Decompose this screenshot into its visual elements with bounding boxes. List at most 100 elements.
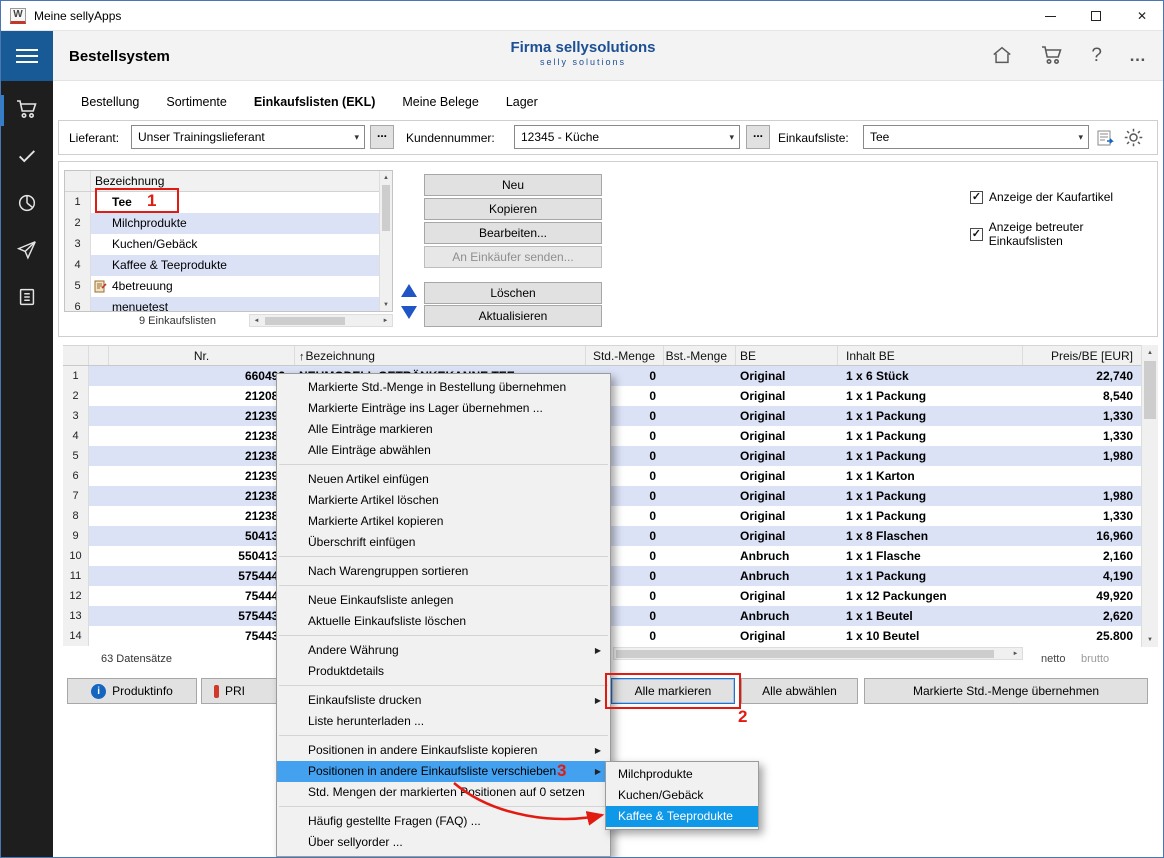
scrollbar-thumb[interactable] bbox=[1144, 361, 1156, 419]
lieferant-select[interactable]: Unser Trainingslieferant ▾ bbox=[131, 125, 365, 149]
close-button[interactable]: ✕ bbox=[1119, 1, 1164, 31]
export-list-icon[interactable] bbox=[1096, 128, 1116, 151]
bearbeiten-button[interactable]: Bearbeiten... bbox=[424, 222, 602, 244]
menu-item-faq[interactable]: Häufig gestellte Fragen (FAQ) ... bbox=[277, 811, 610, 832]
brutto-label[interactable]: brutto bbox=[1081, 653, 1109, 665]
tab-bestellung[interactable]: Bestellung bbox=[81, 95, 139, 109]
scroll-up-icon[interactable]: ▲ bbox=[1142, 345, 1158, 360]
list-item[interactable]: 6menuetest bbox=[65, 297, 392, 312]
menu-item-ueberschrift-einfuegen[interactable]: Überschrift einfügen bbox=[277, 532, 610, 553]
move-up-button[interactable] bbox=[401, 284, 417, 297]
alle-abwaehlen-button[interactable]: Alle abwählen bbox=[741, 678, 858, 704]
markierte-std-menge-uebernehmen-button[interactable]: Markierte Std.-Menge übernehmen bbox=[864, 678, 1148, 704]
column-be[interactable]: BE bbox=[736, 346, 838, 365]
menu-item-positionen-verschieben[interactable]: Positionen in andere Einkaufsliste versc… bbox=[277, 761, 610, 782]
column-std-menge[interactable]: Std.-Menge bbox=[586, 346, 664, 365]
filter-settings-gear-icon[interactable] bbox=[1123, 127, 1144, 151]
produktinfo-button[interactable]: i Produktinfo bbox=[67, 678, 197, 704]
home-icon[interactable] bbox=[991, 44, 1013, 69]
tab-lager[interactable]: Lager bbox=[506, 95, 538, 109]
scroll-right-icon[interactable]: ► bbox=[379, 315, 392, 326]
cell-preis: 2,620 bbox=[1023, 606, 1141, 626]
sidebar-item-senden[interactable] bbox=[1, 228, 53, 275]
minimize-button[interactable] bbox=[1027, 1, 1073, 31]
sidebar-item-bestellung[interactable] bbox=[1, 87, 53, 134]
kundennummer-more-button[interactable]: ... bbox=[746, 125, 770, 149]
list-item[interactable]: 3Kuchen/Gebäck bbox=[65, 234, 392, 255]
table-horizontal-scrollbar[interactable]: ► bbox=[613, 647, 1023, 660]
menu-item-liste-herunterladen[interactable]: Liste herunterladen ... bbox=[277, 711, 610, 732]
column-bezeichnung[interactable]: ↑Bezeichnung bbox=[295, 346, 586, 365]
company-name: Firma sellysolutions bbox=[1, 39, 1164, 56]
column-nr[interactable]: Nr. bbox=[109, 346, 295, 365]
menu-item-alle-eintraege-markieren[interactable]: Alle Einträge markieren bbox=[277, 419, 610, 440]
cell-be: Original bbox=[736, 386, 838, 406]
list-item[interactable]: 2Milchprodukte bbox=[65, 213, 392, 234]
scroll-up-icon[interactable]: ▲ bbox=[380, 171, 392, 184]
checkbox-kaufartikel[interactable]: ✓ Anzeige der Kaufartikel bbox=[970, 190, 1113, 204]
send-icon bbox=[16, 239, 38, 264]
kopieren-button[interactable]: Kopieren bbox=[424, 198, 602, 220]
tab-sortimente[interactable]: Sortimente bbox=[166, 95, 226, 109]
menu-item-ueber-sellyorder[interactable]: Über sellyorder ... bbox=[277, 832, 610, 853]
filter-bar: Lieferant: Unser Trainingslieferant ▾ ..… bbox=[58, 120, 1158, 155]
list-item[interactable]: 54betreuung bbox=[65, 276, 392, 297]
list-header-gutter bbox=[65, 171, 91, 191]
cart-icon[interactable] bbox=[1040, 43, 1064, 70]
einkaufsliste-select[interactable]: Tee ▾ bbox=[863, 125, 1089, 149]
maximize-button[interactable] bbox=[1073, 1, 1119, 31]
table-vertical-scrollbar[interactable]: ▲ ▼ bbox=[1141, 345, 1158, 647]
submenu-item-kuchen-gebaeck[interactable]: Kuchen/Gebäck bbox=[606, 785, 758, 806]
kundennummer-select[interactable]: 12345 - Küche ▾ bbox=[514, 125, 740, 149]
more-options-icon[interactable]: … bbox=[1129, 46, 1147, 66]
scrollbar-thumb[interactable] bbox=[265, 317, 345, 325]
menu-item-eintraege-ins-lager[interactable]: Markierte Einträge ins Lager übernehmen … bbox=[277, 398, 610, 419]
menu-item-einkaufsliste-drucken[interactable]: Einkaufsliste drucken▶ bbox=[277, 690, 610, 711]
menu-item-artikel-kopieren[interactable]: Markierte Artikel kopieren bbox=[277, 511, 610, 532]
submenu-item-milchprodukte[interactable]: Milchprodukte bbox=[606, 764, 758, 785]
help-icon[interactable]: ? bbox=[1091, 45, 1102, 67]
scroll-right-icon[interactable]: ► bbox=[1009, 648, 1022, 659]
list-vertical-scrollbar[interactable]: ▲ ▼ bbox=[379, 171, 392, 311]
column-bst-menge[interactable]: Bst.-Menge bbox=[664, 346, 736, 365]
move-down-button[interactable] bbox=[401, 306, 417, 319]
menu-item-alle-eintraege-abwaehlen[interactable]: Alle Einträge abwählen bbox=[277, 440, 610, 461]
scroll-left-icon[interactable]: ◄ bbox=[250, 315, 263, 326]
sidebar-item-katalog[interactable] bbox=[1, 275, 53, 322]
lieferant-more-button[interactable]: ... bbox=[370, 125, 394, 149]
tab-meine-belege[interactable]: Meine Belege bbox=[402, 95, 478, 109]
scrollbar-thumb[interactable] bbox=[616, 650, 994, 658]
list-horizontal-scrollbar[interactable]: ◄ ► bbox=[249, 314, 393, 327]
menu-item-std-menge-in-bestellung[interactable]: Markierte Std.-Menge in Bestellung übern… bbox=[277, 377, 610, 398]
menu-item-einkaufsliste-loeschen[interactable]: Aktuelle Einkaufsliste löschen bbox=[277, 611, 610, 632]
tab-einkaufslisten[interactable]: Einkaufslisten (EKL) bbox=[254, 95, 376, 109]
sidebar-item-statistik[interactable] bbox=[1, 181, 53, 228]
aktualisieren-button[interactable]: Aktualisieren bbox=[424, 305, 602, 327]
netto-label[interactable]: netto bbox=[1041, 653, 1065, 665]
scroll-down-icon[interactable]: ▼ bbox=[380, 298, 392, 311]
menu-item-neuen-artikel-einfuegen[interactable]: Neuen Artikel einfügen bbox=[277, 469, 610, 490]
menu-item-produktdetails[interactable]: Produktdetails bbox=[277, 661, 610, 682]
verschieben-submenu: Milchprodukte Kuchen/Gebäck Kaffee & Tee… bbox=[605, 761, 759, 830]
list-item[interactable]: 4Kaffee & Teeprodukte bbox=[65, 255, 392, 276]
sidebar-item-freigaben[interactable] bbox=[1, 134, 53, 181]
checkbox-betreute-listen[interactable]: ✓ Anzeige betreuter Einkaufslisten bbox=[970, 220, 1157, 248]
menu-item-positionen-kopieren[interactable]: Positionen in andere Einkaufsliste kopie… bbox=[277, 740, 610, 761]
column-inhalt-be[interactable]: Inhalt BE bbox=[838, 346, 1023, 365]
hamburger-menu-icon[interactable] bbox=[1, 31, 53, 81]
menu-item-andere-waehrung[interactable]: Andere Währung▶ bbox=[277, 640, 610, 661]
cell-be: Anbruch bbox=[736, 566, 838, 586]
column-preis[interactable]: Preis/BE [EUR] bbox=[1023, 346, 1141, 365]
menu-item-std-mengen-auf-0[interactable]: Std. Mengen der markierten Positionen au… bbox=[277, 782, 610, 803]
scroll-down-icon[interactable]: ▼ bbox=[1142, 632, 1158, 647]
submenu-item-kaffee-teeprodukte[interactable]: Kaffee & Teeprodukte bbox=[606, 806, 758, 827]
menu-item-warengruppen-sortieren[interactable]: Nach Warengruppen sortieren bbox=[277, 561, 610, 582]
scrollbar-thumb[interactable] bbox=[382, 185, 390, 231]
list-column-bezeichnung[interactable]: Bezeichnung bbox=[91, 171, 392, 191]
neu-button[interactable]: Neu bbox=[424, 174, 602, 196]
menu-item-artikel-loeschen[interactable]: Markierte Artikel löschen bbox=[277, 490, 610, 511]
list-item[interactable]: 1Tee bbox=[65, 192, 392, 213]
menu-item-einkaufsliste-anlegen[interactable]: Neue Einkaufsliste anlegen bbox=[277, 590, 610, 611]
loeschen-button[interactable]: Löschen bbox=[424, 282, 602, 304]
alle-markieren-button[interactable]: Alle markieren bbox=[611, 678, 735, 704]
